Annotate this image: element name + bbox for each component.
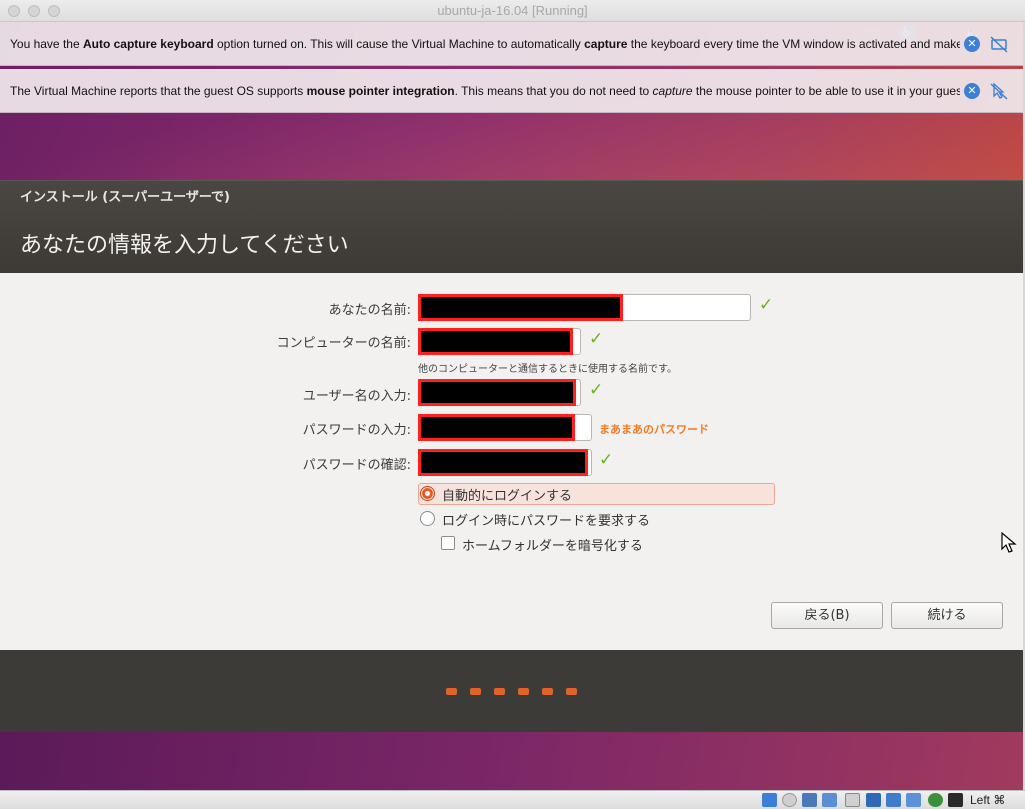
banner-text-segment: You have the	[10, 37, 83, 51]
banner-text: You have the Auto capture keyboard optio…	[10, 37, 960, 51]
login-auto-label: 自動的にログインする	[442, 489, 573, 504]
user-info-form: あなたの名前: ✓ コンピューターの名前: ✓ 他のコンピューターと通信するとき…	[0, 273, 1023, 650]
radio-icon	[420, 511, 435, 526]
guest-desktop: ⌨ ♿ ⇅ 🔈 ⚙ You have the Auto capture keyb…	[0, 22, 1023, 790]
valid-check-icon: ✓	[589, 380, 604, 400]
installer-window: インストール (スーパーユーザーで) あなたの情報を入力してください あなたの名…	[0, 180, 1023, 732]
checkbox-icon	[441, 536, 455, 550]
valid-check-icon: ✓	[589, 329, 604, 349]
installer-caption: インストール (スーパーユーザーで)	[20, 190, 230, 205]
redacted-value	[418, 414, 575, 441]
progress-dot	[566, 688, 577, 695]
banner-text-segment: The Virtual Machine reports that the gue…	[10, 84, 307, 98]
redacted-value	[418, 379, 576, 406]
banner-text-segment: the mouse pointer to be able to use it i…	[692, 84, 960, 98]
cpu-icon[interactable]	[928, 793, 943, 807]
progress-dot	[542, 688, 553, 695]
close-icon[interactable]: ✕	[964, 83, 980, 99]
your-name-label: あなたの名前:	[328, 303, 411, 318]
confirm-password-label: パスワードの確認:	[302, 458, 411, 473]
banner-text-segment: the keyboard every time the VM window is…	[627, 37, 960, 51]
redacted-value	[418, 328, 573, 355]
valid-check-icon: ✓	[759, 295, 774, 315]
progress-dot	[470, 688, 481, 695]
close-icon[interactable]: ✕	[964, 36, 980, 52]
page-title: あなたの情報を入力してください	[20, 233, 349, 258]
valid-check-icon: ✓	[599, 450, 614, 470]
redacted-value	[418, 294, 623, 321]
password-strength: まあまあのパスワード	[599, 423, 709, 436]
installer-footer	[0, 650, 1023, 732]
continue-button[interactable]: 続ける	[891, 602, 1003, 629]
mouse-cursor-icon	[1001, 532, 1017, 553]
host-key-indicator: Left ⌘	[970, 793, 1006, 807]
banner-text-segment: Auto capture keyboard	[82, 37, 214, 51]
login-password-radio[interactable]: ログイン時にパスワードを要求する	[420, 510, 650, 529]
encrypt-home-label: ホームフォルダーを暗号化する	[462, 539, 643, 554]
mouse-integration-status-icon[interactable]	[948, 793, 963, 807]
display-icon[interactable]	[866, 793, 881, 807]
optical-drive-icon[interactable]	[782, 793, 797, 807]
banner-text-segment: capture	[652, 84, 693, 98]
progress-dot	[518, 688, 529, 695]
username-label: ユーザー名の入力:	[302, 389, 411, 404]
banner-text-segment: . This means that you do not need to	[454, 84, 653, 98]
audio-icon[interactable]	[802, 793, 817, 807]
banner-text-segment: option turned on. This will cause the Vi…	[213, 37, 585, 51]
computer-name-hint: 他のコンピューターと通信するときに使用する名前です。	[418, 364, 677, 375]
password-label: パスワードの入力:	[302, 423, 411, 438]
network-adapter-icon[interactable]	[822, 793, 837, 807]
computer-name-label: コンピューターの名前:	[276, 336, 411, 351]
video-capture-icon[interactable]	[906, 793, 921, 807]
vm-status-bar: Left ⌘	[0, 790, 1025, 809]
mouse-integration-banner: The Virtual Machine reports that the gue…	[0, 69, 1023, 113]
banner-text-segment: mouse pointer integration	[306, 84, 455, 98]
progress-dot	[494, 688, 505, 695]
installer-header: インストール (スーパーユーザーで) あなたの情報を入力してください	[0, 180, 1023, 273]
hard-disk-icon[interactable]	[762, 793, 777, 807]
keyboard-capture-icon[interactable]	[989, 34, 1009, 54]
keyboard-capture-banner: You have the Auto capture keyboard optio…	[0, 22, 1023, 66]
banner-text-segment: capture	[584, 37, 628, 51]
radio-selected-icon	[420, 486, 435, 501]
encrypt-home-checkbox[interactable]: ホームフォルダーを暗号化する	[441, 535, 643, 554]
window-titlebar: ubuntu-ja-16.04 [Running]	[0, 0, 1025, 22]
progress-dot	[446, 688, 457, 695]
shared-folders-icon[interactable]	[845, 793, 860, 807]
login-auto-radio[interactable]: 自動的にログインする	[420, 485, 572, 504]
mouse-integration-icon[interactable]	[989, 81, 1009, 101]
window-title: ubuntu-ja-16.04 [Running]	[437, 3, 588, 18]
redacted-value	[418, 449, 588, 476]
back-button[interactable]: 戻る(B)	[771, 602, 883, 629]
banner-text: The Virtual Machine reports that the gue…	[10, 84, 960, 98]
usb-icon[interactable]	[886, 793, 901, 807]
login-password-label: ログイン時にパスワードを要求する	[442, 514, 651, 529]
